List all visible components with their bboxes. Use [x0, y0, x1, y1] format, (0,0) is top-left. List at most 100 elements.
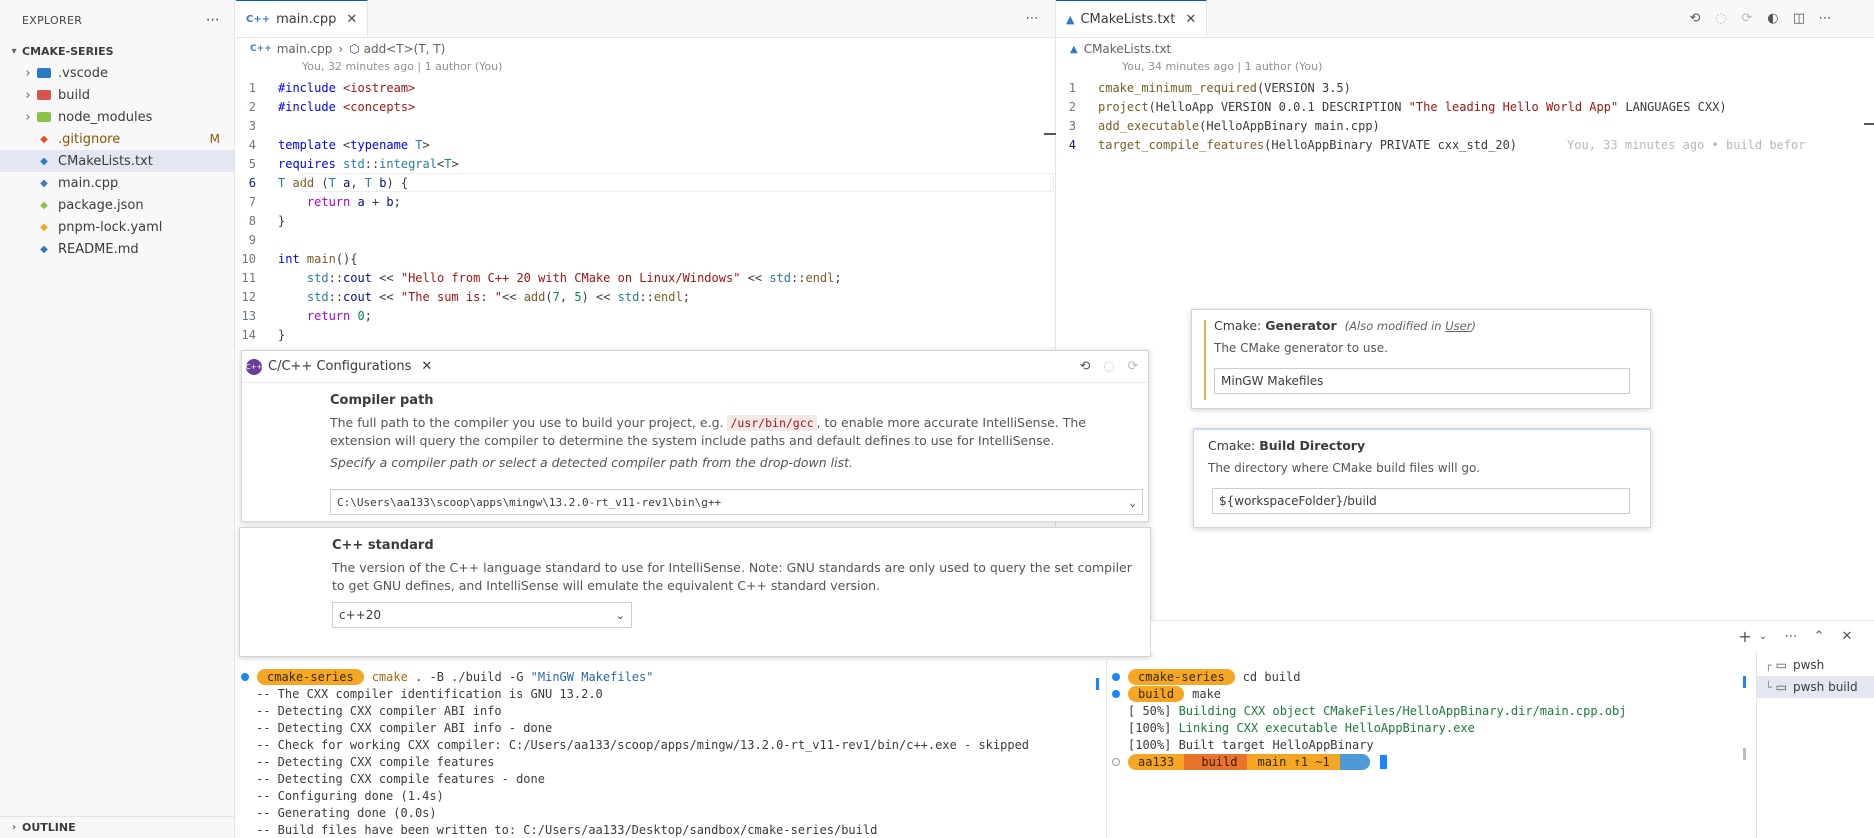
more-actions-icon[interactable]: ⋯ [1023, 10, 1041, 28]
symbol-method-icon: ⬡ [349, 42, 360, 56]
tab-main-cpp[interactable]: C++ main.cpp ✕ [236, 0, 369, 37]
terminal-right[interactable]: cmake-series cd build build make [ 50%] … [1107, 658, 1747, 838]
line-number: 13 [241, 308, 256, 323]
prompt-end [1339, 753, 1370, 770]
line-number: 2 [1068, 99, 1076, 114]
tab-label: main.cpp [276, 11, 337, 27]
add-terminal-icon[interactable]: + [1736, 627, 1754, 646]
right-tab-bar: ▲ CMakeLists.txt ✕ ⟲ ◌ ⟳ ◐ ◫ ⋯ [1056, 0, 1874, 38]
config-tab-label[interactable]: C/C++ Configurations [268, 359, 411, 374]
close-icon[interactable]: ✕ [346, 12, 357, 27]
line-number: 5 [248, 156, 256, 171]
close-icon[interactable]: ✕ [421, 359, 432, 374]
prompt-directory: build [1184, 753, 1248, 770]
close-icon[interactable]: ✕ [1185, 12, 1196, 27]
terminal-tab[interactable]: ┌ ▭ pwsh [1757, 654, 1874, 676]
prompt-git: main ↑1 ~1 [1247, 753, 1340, 770]
close-panel-icon[interactable]: ✕ [1838, 628, 1856, 646]
terminal-output-line: -- The CXX compiler identification is GN… [256, 686, 603, 701]
generator-title: Cmake: Generator (Also modified in User) [1214, 318, 1476, 333]
code-area[interactable]: 1 #include <iostream> 2 #include <concepts>… [236, 78, 1055, 344]
codelens-blame[interactable]: You, 34 minutes ago | 1 author (You) [1056, 60, 1874, 78]
compiler-path-select[interactable]: C:\Users\aa133\scoop\apps\mingw\13.2.0-r… [330, 489, 1143, 515]
file-tree-item[interactable]: › node_modules [0, 106, 234, 128]
code-line: 14} [236, 325, 1055, 344]
code-area[interactable]: 1 cmake_minimum_required(VERSION 3.5) 2 pro… [1056, 78, 1874, 154]
terminal-output-line: -- Build files have been written to: C:/… [256, 822, 878, 837]
git-compare-icon[interactable]: ◐ [1764, 10, 1782, 28]
file-icon: ◆ [40, 221, 48, 233]
left-tab-bar: C++ main.cpp ✕ ⋯ [236, 0, 1055, 38]
file-tree-item[interactable]: ◆ main.cpp [0, 172, 234, 194]
terminal-output-line: -- Detecting CXX compiler ABI info [256, 703, 502, 718]
line-number: 4 [248, 137, 256, 152]
file-tree-item[interactable]: › build [0, 84, 234, 106]
maximize-panel-icon[interactable]: ⌃ [1810, 628, 1828, 646]
go-back-icon[interactable]: ⟲ [1076, 358, 1094, 376]
chevron-down-icon: ▾ [11, 45, 17, 57]
more-actions-icon[interactable]: ⋯ [1816, 10, 1834, 28]
line-number: 11 [241, 270, 256, 285]
breadcrumb-file[interactable]: main.cpp [277, 42, 333, 56]
scrollbar-marker [1864, 123, 1874, 125]
file-tree-item[interactable]: › .vscode [0, 62, 234, 84]
line-number: 8 [248, 213, 256, 228]
prompt-user: aa133 [1128, 753, 1185, 770]
chevron-down-icon: ⌄ [1129, 495, 1136, 509]
terminal-tab[interactable]: └ ▭ pwsh build [1757, 676, 1874, 698]
code-line: 8} [236, 211, 1055, 230]
terminal-left[interactable]: cmake-series cmake . -B ./build -G "MinG… [236, 658, 1106, 838]
chevron-right-icon: › [25, 109, 31, 125]
outline-section-header[interactable]: › OUTLINE [0, 816, 235, 838]
file-tree-label: CMakeLists.txt [58, 153, 153, 169]
go-forward-icon[interactable]: ⟳ [1738, 10, 1756, 28]
cpp-file-icon: C++ [250, 44, 272, 54]
line-number: 1 [248, 80, 256, 95]
scrollbar-marker [1743, 676, 1746, 688]
codelens-blame[interactable]: You, 32 minutes ago | 1 author (You) [236, 60, 1055, 78]
more-actions-icon[interactable]: ⋯ [1782, 628, 1800, 646]
file-tree-label: pnpm-lock.yaml [58, 219, 163, 235]
go-circle-icon[interactable]: ◌ [1100, 358, 1118, 376]
project-section-header[interactable]: ▾ CMAKE-SERIES [0, 40, 234, 62]
file-tree-item[interactable]: ◆ .gitignore M [0, 128, 234, 150]
cpp-standard-description: The version of the C++ language standard… [332, 560, 1132, 593]
breadcrumb: ▲ CMakeLists.txt [1056, 38, 1874, 60]
prompt-segment: cmake-series [1128, 668, 1235, 685]
cpp-extension-icon: C++ [246, 358, 262, 375]
modified-indicator [1204, 320, 1206, 400]
generator-input[interactable]: MinGW Makefiles [1214, 368, 1630, 394]
code-line: 7 return a + b; [236, 192, 1055, 211]
file-tree-item[interactable]: ◆ pnpm-lock.yaml [0, 216, 234, 238]
chevron-right-icon: › [25, 87, 31, 103]
file-tree-item[interactable]: ◆ README.md [0, 238, 234, 260]
tab-cmakelists[interactable]: ▲ CMakeLists.txt ✕ [1056, 0, 1208, 37]
file-icon: ◆ [40, 177, 48, 189]
compiler-path-hint: Specify a compiler path or select a dete… [330, 455, 853, 470]
breadcrumb-symbol[interactable]: add<T>(T, T) [364, 42, 446, 56]
chevron-down-icon[interactable]: ⌄ [1754, 628, 1772, 646]
go-circle-icon[interactable]: ◌ [1712, 10, 1730, 28]
line-number: 6 [248, 175, 256, 190]
chevron-right-icon: › [11, 822, 17, 833]
chevron-right-icon: › [25, 65, 31, 81]
breadcrumb-file[interactable]: CMakeLists.txt [1084, 42, 1172, 56]
split-editor-icon[interactable]: ◫ [1790, 10, 1808, 28]
explorer-title: EXPLORER [22, 13, 83, 27]
build-directory-input[interactable]: ${workspaceFolder}/build [1212, 488, 1630, 514]
code-line: 2 project(HelloApp VERSION 0.0.1 DESCRIPT… [1056, 97, 1874, 116]
file-tree-item[interactable]: ◆ CMakeLists.txt [0, 150, 234, 172]
line-number: 12 [241, 289, 256, 304]
line-number: 10 [241, 251, 256, 266]
terminal-output-line: -- Detecting CXX compile features - done [256, 771, 545, 786]
go-back-icon[interactable]: ⟲ [1686, 10, 1704, 28]
command-status-dot [1112, 672, 1120, 681]
terminal-tab-list: ┌ ▭ pwsh └ ▭ pwsh build [1756, 652, 1874, 838]
go-forward-icon[interactable]: ⟳ [1124, 358, 1142, 376]
cpp-standard-select[interactable]: c++20 ⌄ [332, 602, 632, 628]
user-settings-link[interactable]: User [1445, 319, 1471, 333]
generator-description: The CMake generator to use. [1214, 341, 1388, 355]
more-actions-icon[interactable]: ⋯ [206, 12, 220, 28]
file-tree-label: node_modules [58, 109, 153, 125]
file-tree-item[interactable]: ◆ package.json [0, 194, 234, 216]
